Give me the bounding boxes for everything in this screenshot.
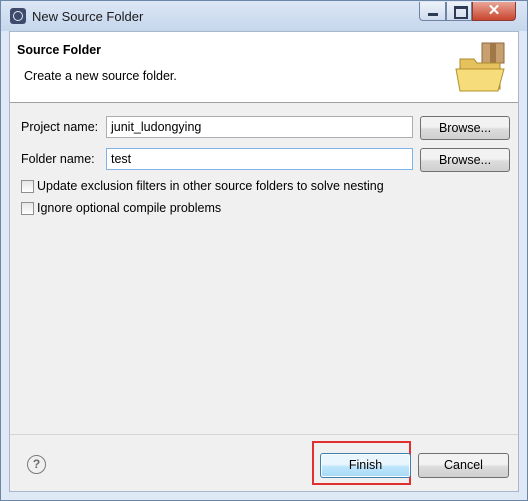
cancel-button[interactable]: Cancel (418, 453, 509, 478)
minimize-icon (428, 13, 438, 16)
footer-divider (10, 434, 518, 435)
header-title: Source Folder (17, 43, 102, 57)
dialog-window: New Source Folder ✕ Source Folder Create… (0, 0, 528, 501)
folder-browse-button[interactable]: Browse... (420, 148, 510, 172)
folder-name-field[interactable]: test (106, 148, 413, 170)
close-icon: ✕ (487, 2, 501, 19)
maximize-icon (454, 6, 468, 19)
maximize-button[interactable] (446, 2, 472, 21)
window-title: New Source Folder (32, 9, 144, 24)
project-name-field[interactable]: junit_ludongying (106, 116, 413, 138)
wizard-header: Source Folder Create a new source folder… (10, 32, 518, 103)
close-button[interactable]: ✕ (472, 2, 516, 21)
title-bar[interactable]: New Source Folder ✕ (1, 1, 527, 31)
ignore-compile-problems-checkbox[interactable] (21, 202, 34, 215)
project-name-label: Project name: (21, 120, 99, 134)
finish-button[interactable]: Finish (320, 453, 411, 478)
eclipse-app-icon (10, 8, 26, 24)
help-icon[interactable]: ? (27, 455, 46, 474)
folder-package-icon (455, 42, 505, 92)
update-exclusion-label: Update exclusion filters in other source… (37, 179, 384, 193)
dialog-body: Source Folder Create a new source folder… (9, 31, 519, 492)
folder-name-label: Folder name: (21, 152, 95, 166)
ignore-compile-problems-label: Ignore optional compile problems (37, 201, 222, 215)
minimize-button[interactable] (419, 2, 446, 21)
update-exclusion-checkbox[interactable] (21, 180, 34, 193)
header-description: Create a new source folder. (24, 69, 177, 83)
project-browse-button[interactable]: Browse... (420, 116, 510, 140)
